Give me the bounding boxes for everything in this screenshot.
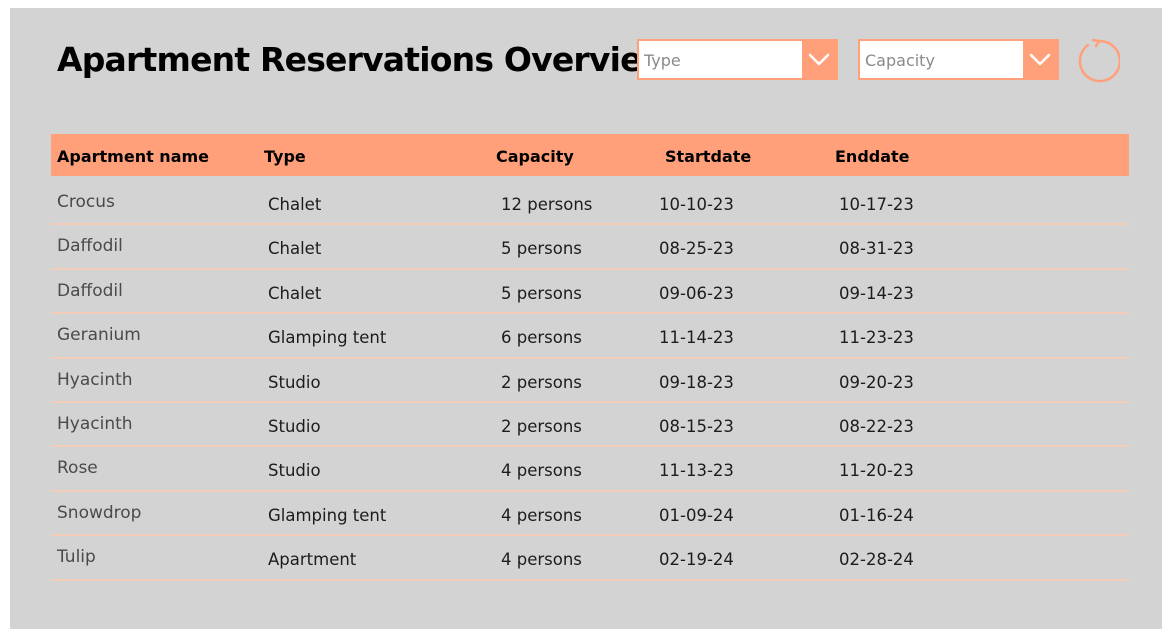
start-date: 09-18-23 (659, 372, 734, 392)
apartment-capacity: 6 persons (501, 328, 582, 348)
apartment-capacity: 4 persons (501, 461, 582, 481)
page-title: Apartment Reservations Overview (57, 40, 672, 79)
apartment-capacity: 4 persons (501, 505, 582, 525)
apartment-capacity: 2 persons (501, 372, 582, 392)
apartment-name: Hyacinth (57, 369, 133, 390)
apartment-type: Glamping tent (268, 505, 387, 525)
apartment-name: Tulip (57, 547, 96, 568)
table-row[interactable]: Snowdrop Glamping tent 4 persons 01-09-2… (51, 492, 1129, 537)
apartment-capacity: 4 persons (501, 550, 582, 570)
table-header: Apartment name Type Capacity Startdate E… (51, 134, 1129, 176)
capacity-filter-dropdown[interactable]: Capacity (858, 39, 1059, 80)
chevron-down-icon[interactable] (802, 41, 836, 78)
apartment-name: Snowdrop (57, 502, 142, 523)
refresh-icon[interactable] (1074, 38, 1122, 84)
end-date: 08-31-23 (839, 239, 914, 259)
table-row[interactable]: Tulip Apartment 4 persons 02-19-24 02-28… (51, 536, 1129, 581)
apartment-name: Daffodil (57, 280, 123, 301)
start-date: 09-06-23 (659, 283, 734, 303)
table-row[interactable]: Rose Studio 4 persons 11-13-23 11-20-23 (51, 447, 1129, 492)
type-filter-placeholder: Type (644, 51, 681, 70)
apartment-type: Chalet (268, 283, 322, 303)
apartment-capacity: 2 persons (501, 416, 582, 436)
end-date: 01-16-24 (839, 505, 914, 525)
end-date: 10-17-23 (839, 195, 914, 214)
end-date: 11-23-23 (839, 328, 914, 348)
apartment-type: Studio (268, 372, 321, 392)
header-apartment-name[interactable]: Apartment name (57, 147, 209, 166)
apartment-name: Hyacinth (57, 413, 133, 434)
apartment-type: Chalet (268, 239, 322, 259)
apartment-name: Crocus (57, 192, 115, 212)
type-filter-dropdown[interactable]: Type (637, 39, 838, 80)
apartment-capacity: 5 persons (501, 239, 582, 259)
apartment-type: Studio (268, 416, 321, 436)
start-date: 01-09-24 (659, 505, 734, 525)
apartment-capacity: 12 persons (501, 195, 593, 214)
apartment-type: Glamping tent (268, 328, 387, 348)
apartment-type: Apartment (268, 550, 357, 570)
end-date: 02-28-24 (839, 550, 914, 570)
table-row[interactable]: Daffodil Chalet 5 persons 08-25-23 08-31… (51, 225, 1129, 270)
apartment-name: Geranium (57, 325, 141, 346)
end-date: 09-14-23 (839, 283, 914, 303)
apartment-type: Chalet (268, 195, 322, 214)
start-date: 11-13-23 (659, 461, 734, 481)
apartment-name: Rose (57, 458, 98, 479)
start-date: 11-14-23 (659, 328, 734, 348)
chevron-down-icon[interactable] (1023, 41, 1057, 78)
start-date: 02-19-24 (659, 550, 734, 570)
end-date: 09-20-23 (839, 372, 914, 392)
apartment-type: Studio (268, 461, 321, 481)
reservations-list: Crocus Chalet 12 persons 10-10-23 10-17-… (51, 181, 1129, 581)
capacity-filter-placeholder: Capacity (865, 51, 935, 70)
header-enddate[interactable]: Enddate (835, 147, 910, 166)
start-date: 08-15-23 (659, 416, 734, 436)
header-startdate[interactable]: Startdate (665, 147, 751, 166)
start-date: 10-10-23 (659, 195, 734, 214)
apartment-name: Daffodil (57, 236, 123, 257)
header-type[interactable]: Type (264, 147, 306, 166)
table-row[interactable]: Daffodil Chalet 5 persons 09-06-23 09-14… (51, 270, 1129, 315)
table-row[interactable]: Hyacinth Studio 2 persons 09-18-23 09-20… (51, 359, 1129, 403)
end-date: 08-22-23 (839, 416, 914, 436)
table-row[interactable]: Crocus Chalet 12 persons 10-10-23 10-17-… (51, 181, 1129, 226)
end-date: 11-20-23 (839, 461, 914, 481)
start-date: 08-25-23 (659, 239, 734, 259)
table-row[interactable]: Hyacinth Studio 2 persons 08-15-23 08-22… (51, 403, 1129, 448)
table-row[interactable]: Geranium Glamping tent 6 persons 11-14-2… (51, 314, 1129, 359)
app-canvas: Apartment Reservations Overview Type Cap… (10, 8, 1162, 629)
apartment-capacity: 5 persons (501, 283, 582, 303)
header-capacity[interactable]: Capacity (496, 147, 574, 166)
